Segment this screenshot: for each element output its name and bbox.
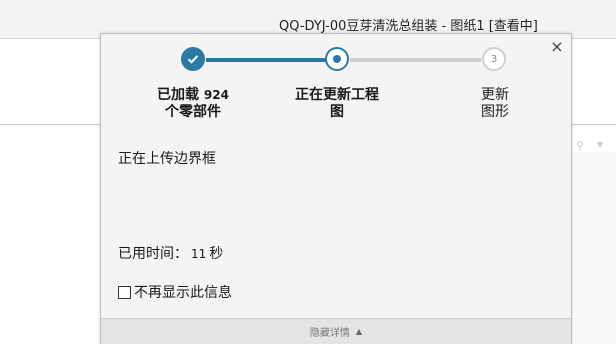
step-1-part-count: 924 [203, 88, 229, 102]
progress-track-pending [350, 58, 481, 62]
step-3-pending: 3 [482, 47, 506, 71]
elapsed-time: 已用时间： 11 秒 [118, 243, 223, 263]
step-2-label-line1: 正在更新工程 [295, 87, 379, 103]
check-icon [187, 55, 199, 64]
close-button[interactable]: × [548, 38, 566, 56]
close-icon: × [550, 37, 564, 56]
elapsed-time-label: 已用时间： [118, 246, 188, 262]
step-1-complete [181, 47, 205, 71]
active-step-dot [333, 55, 341, 63]
step-2-label-line2: 图 [330, 104, 344, 120]
hide-details-toggle[interactable]: 隐藏详情 ▲ [101, 318, 571, 344]
step-1-label-text: 已加载 [157, 87, 200, 103]
step-3-number: 3 [490, 53, 498, 65]
progress-track-complete [206, 58, 336, 62]
step-1-label: 已加载 924 个零部件 [141, 87, 245, 121]
step-3-label-line2: 图形 [481, 104, 509, 120]
pin-icon: ⚲ [576, 139, 585, 152]
background-divider [572, 124, 616, 125]
hide-details-label[interactable]: 隐藏详情 [310, 324, 350, 339]
window-title: QQ-DYJ-00豆芽清洗总组装 - 图纸1 [查看中] [279, 19, 538, 34]
step-3-label-line1: 更新 [481, 87, 509, 103]
background-divider [0, 124, 101, 125]
step-3-label: 更新 图形 [467, 87, 523, 121]
elapsed-time-unit: 秒 [209, 246, 224, 262]
status-message: 正在上传边界框 [118, 151, 216, 167]
collapse-up-icon: ▲ [355, 327, 363, 336]
step-2-active [325, 47, 349, 71]
dont-show-again-checkbox[interactable] [118, 285, 131, 299]
dont-show-again-label[interactable]: 不再显示此信息 [134, 282, 232, 302]
step-2-label: 正在更新工程 图 [281, 87, 393, 121]
progress-dialog: × 3 已加载 924 个零部件 正在更新工程 图 更新 图形 正在上传边界框 … [100, 33, 572, 344]
step-1-label-line2: 个零部件 [165, 104, 221, 120]
chevron-down-icon: ▼ [597, 140, 604, 149]
elapsed-time-value: 11 [191, 247, 207, 261]
dont-show-again-option[interactable]: 不再显示此信息 [118, 282, 232, 302]
background-panel [574, 152, 616, 344]
